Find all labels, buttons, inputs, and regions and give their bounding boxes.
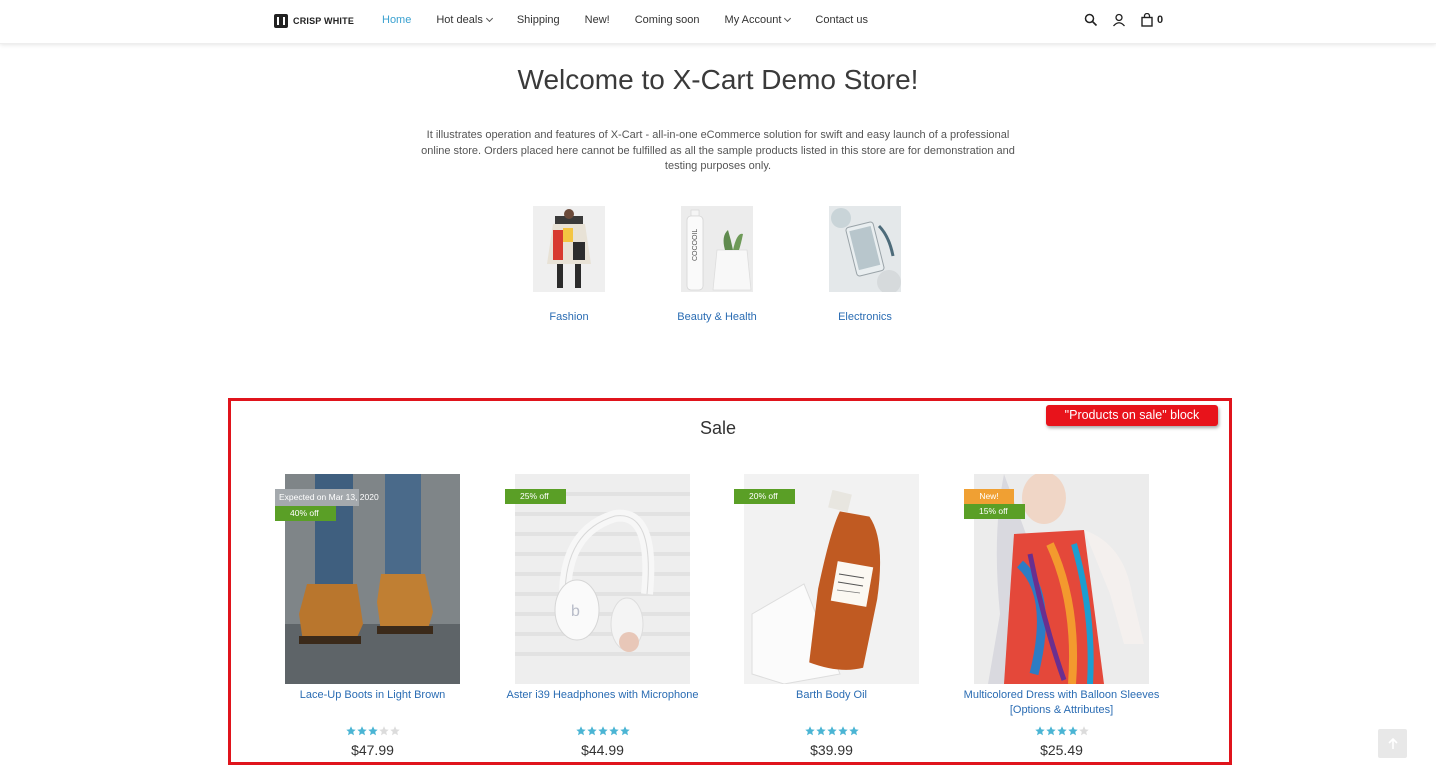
product-name-link[interactable]: Lace-Up Boots in Light Brown [265, 688, 480, 703]
star-icon [345, 726, 356, 736]
chevron-down-icon [485, 14, 493, 23]
product-price: $47.99 [351, 742, 394, 758]
page-title: Welcome to X-Cart Demo Store! [517, 64, 919, 95]
star-icon [837, 726, 848, 736]
product-card[interactable]: New! 15% off Multicolored Dress with Bal… [964, 474, 1159, 758]
star-icon [1045, 726, 1056, 736]
header-icons: 0 [1084, 13, 1163, 27]
rating-stars [285, 726, 460, 736]
product-card[interactable]: b 25% off Aster i39 Headphones with Micr… [505, 474, 699, 758]
new-badge: New! [964, 489, 1014, 504]
star-icon [597, 726, 608, 736]
product-name-link[interactable]: Multicolored Dress with Balloon Sleeves … [954, 688, 1169, 718]
rating-stars [515, 726, 690, 736]
product-image[interactable]: b [515, 474, 690, 684]
star-icon [826, 726, 837, 736]
star-icon [1067, 726, 1078, 736]
product-price: $25.49 [1040, 742, 1083, 758]
discount-badge: 25% off [505, 489, 566, 504]
store-logo[interactable]: CRISP WHITE [274, 14, 354, 28]
shopping-bag-icon [1141, 13, 1153, 27]
product-badges: Expected on Mar 13, 2020 40% off [275, 489, 379, 521]
arrow-up-icon [1387, 737, 1398, 749]
product-name-link[interactable]: Barth Body Oil [724, 688, 939, 703]
svg-text:COCOOIL: COCOOIL [692, 229, 699, 261]
cart-count: 0 [1157, 14, 1164, 26]
category-electronics[interactable]: Electronics [815, 206, 915, 325]
product-card[interactable]: Expected on Mar 13, 2020 40% off Lace-Up… [275, 474, 460, 758]
product-price: $44.99 [581, 742, 624, 758]
category-beauty-image[interactable]: COCOOIL [681, 206, 753, 292]
nav-home[interactable]: Home [382, 14, 411, 26]
star-icon [848, 726, 859, 736]
nav-contact-us[interactable]: Contact us [815, 14, 868, 26]
star-icon [815, 726, 826, 736]
star-icon [619, 726, 630, 736]
site-header: CRISP WHITE Home Hot deals Shipping New!… [0, 0, 1436, 44]
star-icon [586, 726, 597, 736]
user-icon[interactable] [1112, 13, 1126, 27]
product-name-link[interactable]: Aster i39 Headphones with Microphone [495, 688, 710, 703]
star-icon [356, 726, 367, 736]
main-nav: Home Hot deals Shipping New! Coming soon… [382, 14, 893, 26]
discount-badge: 15% off [964, 504, 1025, 519]
nav-new[interactable]: New! [585, 14, 610, 26]
star-icon [1034, 726, 1045, 736]
nav-coming-soon[interactable]: Coming soon [635, 14, 700, 26]
discount-badge: 40% off [275, 505, 336, 521]
product-badges: New! 15% off [964, 489, 1025, 519]
star-icon [389, 726, 400, 736]
star-icon [378, 726, 389, 736]
intro-text: It illustrates operation and features of… [421, 129, 1015, 172]
search-icon[interactable] [1084, 13, 1098, 27]
logo-icon [274, 14, 288, 28]
star-icon [1056, 726, 1067, 736]
discount-badge: 20% off [734, 489, 795, 504]
star-icon [608, 726, 619, 736]
nav-shipping[interactable]: Shipping [517, 14, 560, 26]
category-fashion[interactable]: Fashion [519, 206, 619, 325]
availability-badge: Expected on Mar 13, 2020 [275, 489, 379, 506]
star-icon [575, 726, 586, 736]
category-beauty-health[interactable]: COCOOIL Beauty & Health [667, 206, 767, 325]
product-card[interactable]: 20% off Barth Body Oil $39.99 [734, 474, 919, 758]
category-label[interactable]: Electronics [815, 310, 915, 325]
star-icon [367, 726, 378, 736]
chevron-down-icon [784, 14, 792, 23]
rating-stars [744, 726, 919, 736]
product-image[interactable] [744, 474, 919, 684]
product-badges: 20% off [734, 489, 795, 504]
svg-text:b: b [571, 603, 580, 620]
category-electronics-image[interactable] [829, 206, 901, 292]
sale-title: Sale [699, 418, 737, 438]
star-icon [804, 726, 815, 736]
category-fashion-image[interactable] [533, 206, 605, 292]
product-price: $39.99 [810, 742, 853, 758]
nav-hot-deals[interactable]: Hot deals [436, 14, 493, 26]
back-to-top-button[interactable] [1378, 729, 1407, 758]
category-label[interactable]: Beauty & Health [667, 310, 767, 325]
product-badges: 25% off [505, 489, 566, 504]
category-label[interactable]: Fashion [519, 310, 619, 325]
cart-button[interactable]: 0 [1140, 13, 1163, 27]
nav-my-account[interactable]: My Account [725, 14, 792, 26]
logo-text: CRISP WHITE [293, 16, 355, 26]
rating-stars [974, 726, 1149, 736]
star-icon [1078, 726, 1089, 736]
annotation-callout: "Products on sale" block [1046, 405, 1218, 426]
